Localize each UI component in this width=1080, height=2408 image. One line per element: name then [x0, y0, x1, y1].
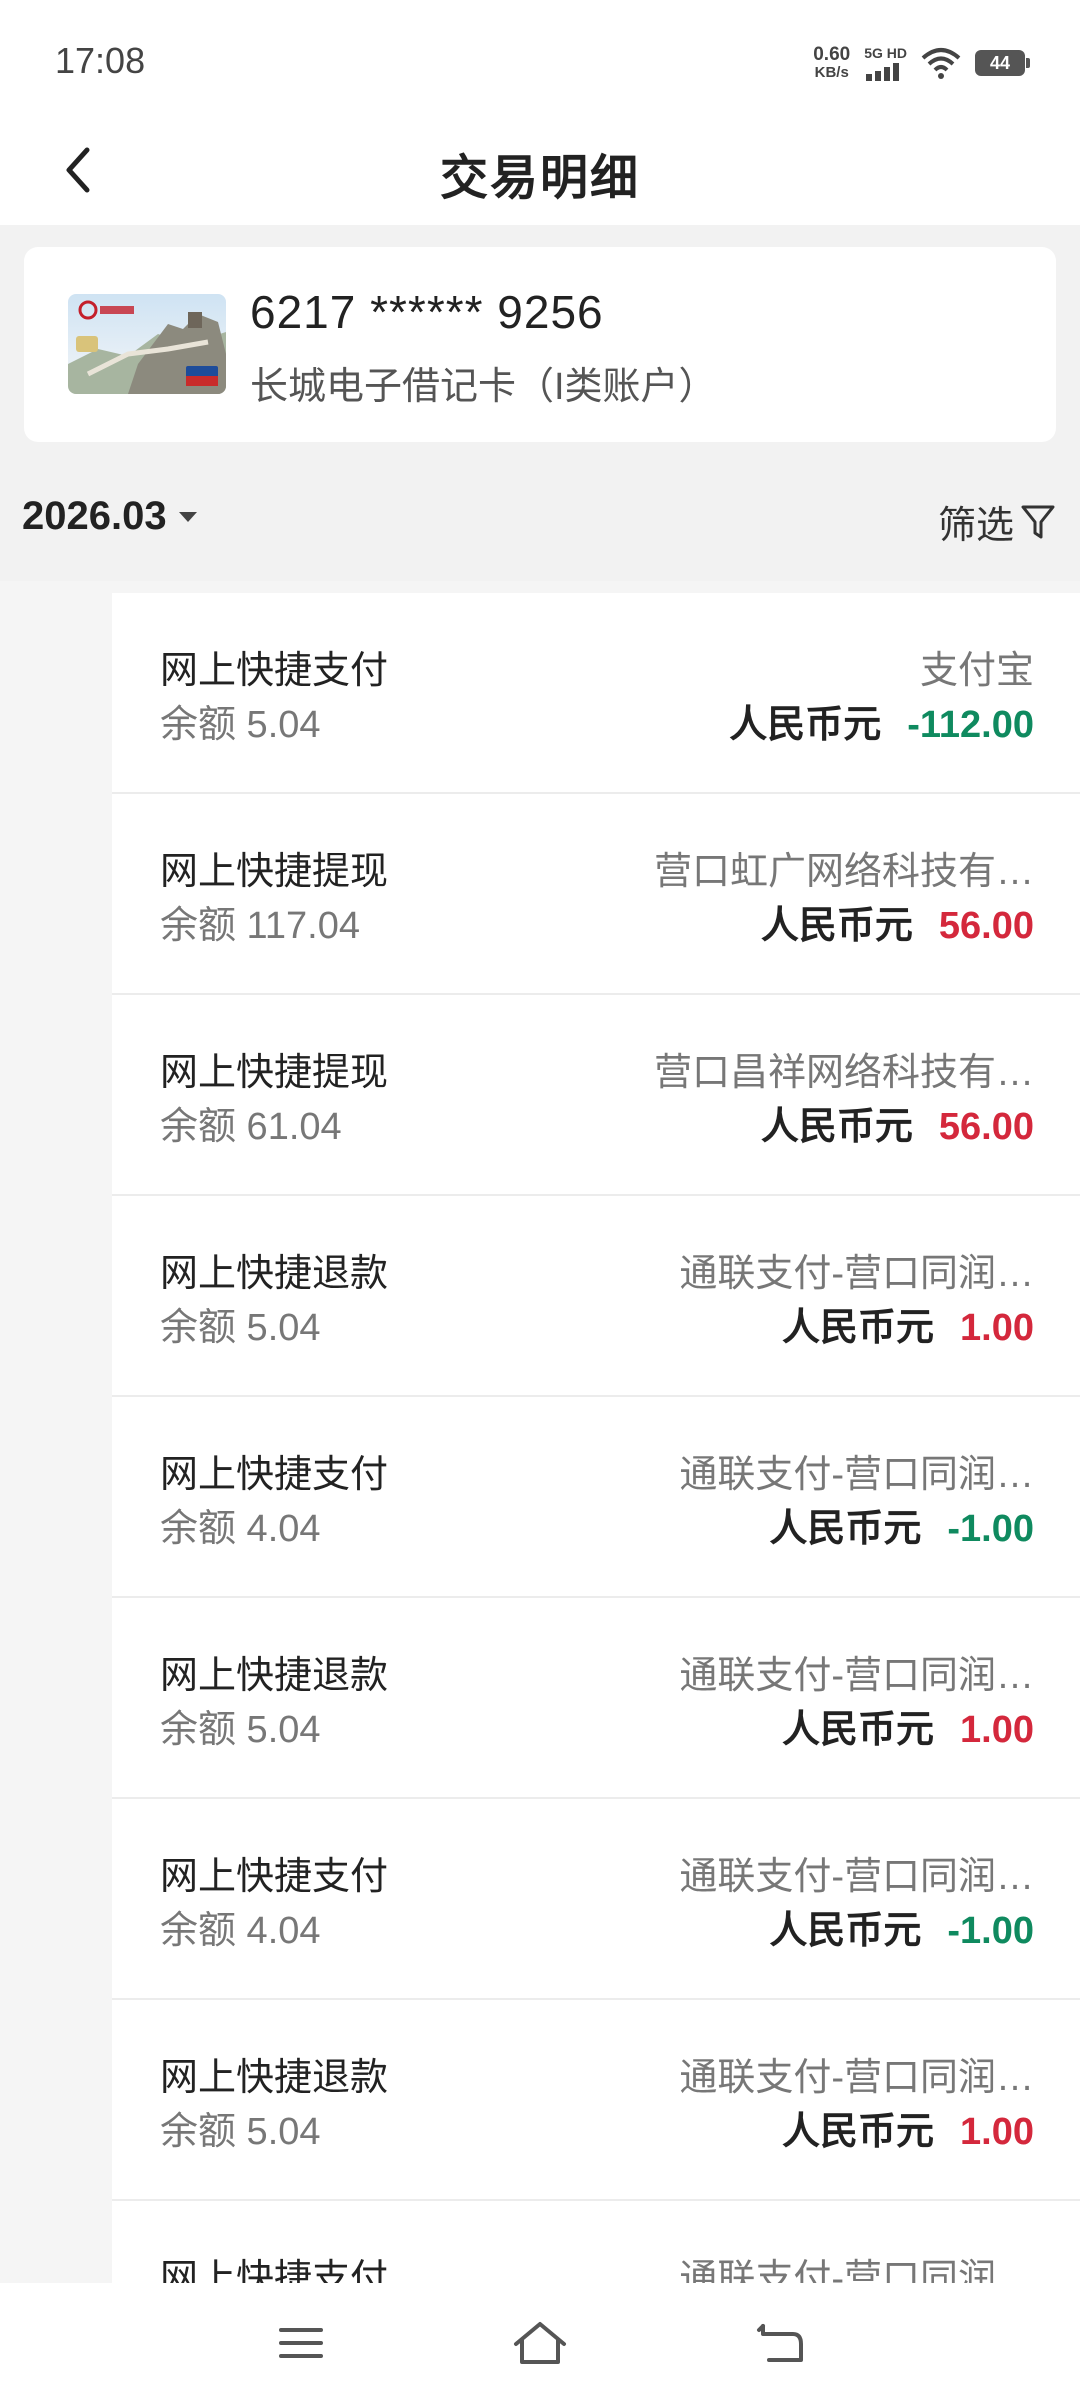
network-type-label: 5G HD — [864, 45, 907, 61]
month-label: 2026.03 — [22, 494, 167, 538]
transaction-balance: 余额 4.04 — [160, 1910, 321, 1952]
battery-level: 44 — [989, 52, 1011, 73]
transaction-amount: 1.00 — [960, 1307, 1034, 1349]
transaction-currency: 人民币元 — [760, 1106, 913, 1148]
transaction-type: 网上快捷支付 — [160, 650, 389, 692]
transaction-type: 网上快捷退款 — [160, 2057, 389, 2099]
network-speed: 0.60 KB/s — [813, 45, 850, 81]
system-nav-bar — [0, 2283, 1080, 2408]
status-icons: 0.60 KB/s 5G HD 44 — [813, 38, 1030, 88]
transaction-type: 网上快捷支付 — [160, 1856, 389, 1898]
transaction-balance: 余额 5.04 — [160, 1709, 321, 1751]
transaction-merchant: 通联支付-营口同润… — [679, 1856, 1034, 1898]
transaction-row[interactable]: 网上快捷支付 余额 4.04 通联支付-营口同润… 人民币元 -1.00 — [112, 1397, 1080, 1598]
status-bar: 17:08 0.60 KB/s 5G HD 44 — [0, 0, 1080, 120]
battery-icon: 44 — [975, 50, 1030, 76]
page-title: 交易明细 — [439, 152, 640, 205]
transaction-merchant: 营口昌祥网络科技有… — [653, 1052, 1034, 1094]
account-card[interactable]: 6217 ****** 9256 长城电子借记卡（I类账户） — [24, 247, 1056, 442]
transaction-merchant: 通联支付-营口同润… — [679, 1253, 1034, 1295]
transaction-balance: 余额 61.04 — [160, 1106, 342, 1148]
transaction-type: 网上快捷提现 — [160, 851, 389, 893]
transaction-currency: 人民币元 — [782, 2111, 935, 2153]
transaction-row[interactable]: 网上快捷提现 余额 117.04 营口虹广网络科技有… 人民币元 56.00 — [112, 794, 1080, 995]
transaction-row[interactable]: 网上快捷支付 余额 5.04 支付宝 人民币元 -112.00 — [112, 593, 1080, 794]
transaction-row[interactable]: 网上快捷退款 余额 5.04 通联支付-营口同润… 人民币元 1.00 — [112, 1196, 1080, 1397]
status-time: 17:08 — [55, 40, 146, 81]
transaction-amount: 56.00 — [938, 1106, 1034, 1148]
transaction-merchant: 支付宝 — [919, 650, 1034, 692]
transaction-currency: 人民币元 — [760, 905, 913, 947]
transaction-amount-group: 人民币元 1.00 — [782, 1296, 1034, 1351]
transaction-merchant: 营口虹广网络科技有… — [653, 851, 1034, 893]
transaction-row[interactable]: 网上快捷提现 余额 61.04 营口昌祥网络科技有… 人民币元 56.00 — [112, 995, 1080, 1196]
wifi-icon — [921, 48, 961, 79]
back-nav-button[interactable] — [745, 2313, 815, 2373]
transaction-amount: 56.00 — [938, 905, 1034, 947]
transaction-merchant: 通联支付-营口同润… — [679, 2057, 1034, 2099]
transaction-row[interactable]: 网上快捷支付 余额 4.04 通联支付-营口同润… 人民币元 -1.00 — [112, 1799, 1080, 2000]
transaction-amount: -1.00 — [947, 1910, 1034, 1952]
cellular-signal-icon: 5G HD — [864, 45, 907, 81]
network-speed-value: 0.60 — [813, 44, 851, 65]
month-selector[interactable]: 2026.03 — [22, 494, 199, 539]
caret-down-icon — [178, 511, 197, 522]
transaction-type: 网上快捷提现 — [160, 1052, 389, 1094]
transaction-merchant: 通联支付-营口同润… — [679, 1655, 1034, 1697]
transaction-amount-group: 人民币元 56.00 — [761, 1095, 1034, 1150]
transaction-currency: 人民币元 — [769, 1508, 922, 1550]
transaction-row[interactable]: 网上快捷退款 余额 5.04 通联支付-营口同润… 人民币元 1.00 — [112, 2000, 1080, 2201]
transaction-list-area: 网上快捷支付 余额 5.04 支付宝 人民币元 -112.00 网上快捷提现 余额 117.… — [0, 581, 1080, 2283]
transaction-amount-group: 人民币元 1.00 — [782, 1698, 1034, 1753]
transaction-balance: 余额 4.04 — [160, 1508, 321, 1550]
transaction-amount-group: 人民币元 -1.00 — [769, 1497, 1034, 1552]
filter-button[interactable]: 筛选 — [938, 494, 1056, 549]
transaction-currency: 人民币元 — [782, 1709, 935, 1751]
funnel-icon — [1021, 505, 1055, 538]
menu-icon — [279, 2328, 323, 2358]
transaction-amount-group: 人民币元 56.00 — [761, 894, 1034, 949]
header: 交易明细 — [0, 120, 1080, 225]
transaction-type: 网上快捷退款 — [160, 1655, 389, 1697]
transaction-type: 网上快捷退款 — [160, 1253, 389, 1295]
transaction-balance: 余额 5.04 — [160, 1307, 321, 1349]
transaction-currency: 人民币元 — [769, 1910, 922, 1952]
transaction-currency: 人民币元 — [729, 704, 882, 746]
transaction-list: 网上快捷支付 余额 5.04 支付宝 人民币元 -112.00 网上快捷提现 余额 117.… — [112, 593, 1080, 2283]
filter-label: 筛选 — [937, 505, 1014, 547]
network-speed-unit: KB/s — [814, 64, 849, 81]
transaction-merchant: 通联支付-营口同润… — [679, 1454, 1034, 1496]
transaction-amount: 1.00 — [960, 2111, 1034, 2153]
home-button[interactable] — [505, 2313, 575, 2373]
transaction-amount-group: 人民币元 1.00 — [782, 2100, 1034, 2155]
home-icon — [514, 2322, 566, 2364]
transaction-amount: -112.00 — [907, 704, 1034, 746]
card-type: 长城电子借记卡（I类账户） — [250, 366, 717, 408]
transaction-merchant: 通联支付-营口同润… — [679, 2258, 1034, 2283]
back-arrow-icon — [757, 2324, 803, 2362]
transaction-row[interactable]: 网上快捷退款 余额 5.04 通联支付-营口同润… 人民币元 1.00 — [112, 1598, 1080, 1799]
transaction-amount-group: 人民币元 -1.00 — [769, 1899, 1034, 1954]
card-number: 6217 ****** 9256 — [250, 286, 604, 338]
transaction-balance: 余额 5.04 — [160, 2111, 321, 2153]
transaction-amount-group: 人民币元 -112.00 — [729, 693, 1034, 748]
transaction-amount: -1.00 — [947, 1508, 1034, 1550]
transaction-balance: 余额 5.04 — [160, 704, 321, 746]
transaction-row[interactable]: 网上快捷支付 通联支付-营口同润… — [112, 2201, 1080, 2283]
transaction-amount: 1.00 — [960, 1709, 1034, 1751]
transaction-currency: 人民币元 — [782, 1307, 935, 1349]
menu-button[interactable] — [266, 2313, 336, 2373]
bank-card-image — [68, 294, 226, 394]
filter-bar: 2026.03 筛选 — [0, 480, 1080, 560]
transaction-type: 网上快捷支付 — [160, 1454, 389, 1496]
transaction-balance: 余额 117.04 — [160, 905, 360, 947]
transaction-type: 网上快捷支付 — [160, 2258, 389, 2283]
